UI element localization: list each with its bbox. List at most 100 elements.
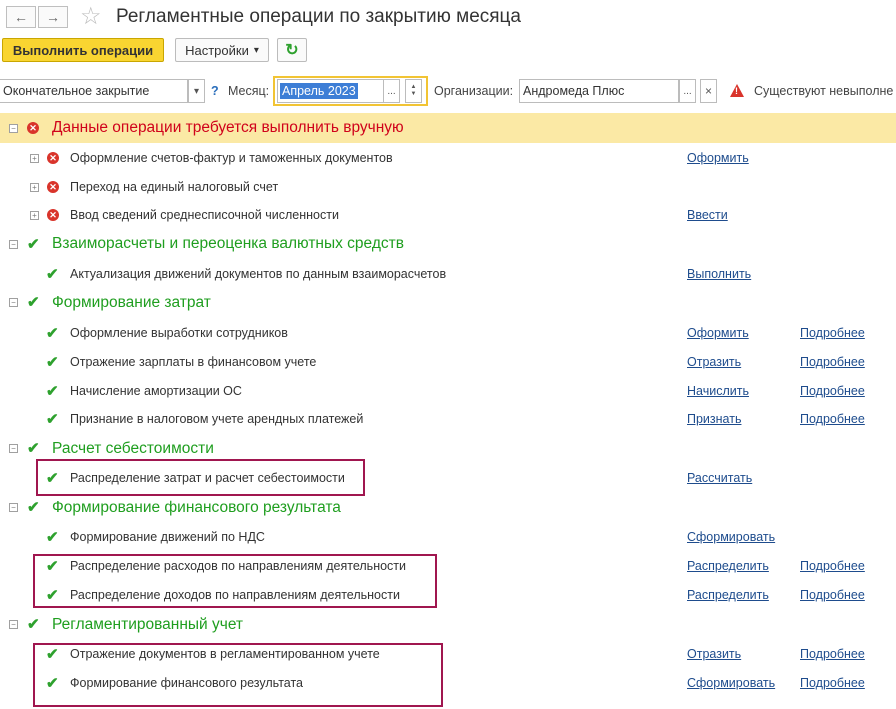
action-link[interactable]: Отразить <box>687 355 741 369</box>
check-icon: ✔ <box>46 383 59 400</box>
chevron-down-icon: ▾ <box>193 85 200 97</box>
check-icon: ✔ <box>46 411 59 428</box>
group-header-costs[interactable]: Формирование затрат <box>52 294 211 312</box>
collapse-toggle-icon[interactable]: − <box>9 620 18 629</box>
forward-button[interactable]: → <box>38 6 68 28</box>
action-link[interactable]: Ввести <box>687 208 728 222</box>
close-icon: × <box>704 84 712 98</box>
operation-label: Начисление амортизации ОС <box>70 384 242 398</box>
operation-label: Формирование движений по НДС <box>70 530 265 544</box>
action-link[interactable]: Распределить <box>687 588 769 602</box>
month-value: Апрель 2023 <box>280 83 358 99</box>
error-icon: ✕ <box>27 122 39 134</box>
operation-label: Оформление счетов-фактур и таможенных до… <box>70 151 393 165</box>
group-header-manual[interactable]: Данные операции требуется выполнить вруч… <box>52 119 404 137</box>
refresh-button[interactable]: ↻ <box>277 38 307 62</box>
check-icon: ✔ <box>46 675 59 692</box>
expand-toggle-icon[interactable]: + <box>30 154 39 163</box>
details-link[interactable]: Подробнее <box>800 647 865 661</box>
organizations-label: Организации: <box>434 84 514 98</box>
action-link[interactable]: Сформировать <box>687 676 775 690</box>
details-link[interactable]: Подробнее <box>800 676 865 690</box>
error-icon: ✕ <box>47 181 59 193</box>
details-link[interactable]: Подробнее <box>800 326 865 340</box>
action-link[interactable]: Оформить <box>687 151 749 165</box>
check-icon: ✔ <box>46 646 59 663</box>
month-stepper[interactable]: ▲ ▼ <box>405 79 422 103</box>
arrow-left-icon: ← <box>14 9 28 25</box>
action-link[interactable]: Признать <box>687 412 741 426</box>
operation-label: Признание в налоговом учете арендных пла… <box>70 412 364 426</box>
details-link[interactable]: Подробнее <box>800 559 865 573</box>
operation-label: Отражение зарплаты в финансовом учете <box>70 355 317 369</box>
collapse-toggle-icon[interactable]: − <box>9 503 18 512</box>
check-icon: ✔ <box>46 529 59 546</box>
expand-toggle-icon[interactable]: + <box>30 211 39 220</box>
warning-text[interactable]: Существуют невыполне <box>754 84 893 98</box>
check-icon: ✔ <box>27 616 40 633</box>
month-input[interactable]: Апрель 2023 <box>277 79 384 103</box>
warning-mark: ! <box>735 86 738 96</box>
help-icon[interactable]: ? <box>211 84 219 98</box>
arrow-right-icon: → <box>46 9 60 25</box>
star-icon[interactable]: ☆ <box>80 2 102 31</box>
details-link[interactable]: Подробнее <box>800 355 865 369</box>
group-header-regulated[interactable]: Регламентированный учет <box>52 616 243 634</box>
back-button[interactable]: ← <box>6 6 36 28</box>
settings-label: Настройки <box>185 42 249 58</box>
error-icon: ✕ <box>47 152 59 164</box>
ellipsis-icon: ... <box>387 85 396 97</box>
run-operations-button[interactable]: Выполнить операции <box>2 38 164 62</box>
check-icon: ✔ <box>46 558 59 575</box>
collapse-toggle-icon[interactable]: − <box>9 444 18 453</box>
action-link[interactable]: Отразить <box>687 647 741 661</box>
action-link[interactable]: Начислить <box>687 384 749 398</box>
chevron-down-icon[interactable]: ▼ <box>411 91 417 98</box>
check-icon: ✔ <box>46 587 59 604</box>
check-icon: ✔ <box>27 294 40 311</box>
check-icon: ✔ <box>46 266 59 283</box>
check-icon: ✔ <box>27 236 40 253</box>
operation-label: Формирование финансового результата <box>70 676 304 690</box>
group-header-cost-price[interactable]: Расчет себестоимости <box>52 440 214 458</box>
closing-mode-select[interactable]: Окончательное закрытие <box>0 79 188 103</box>
check-icon: ✔ <box>27 440 40 457</box>
page-title: Регламентные операции по закрытию месяца <box>116 6 521 27</box>
operation-label: Отражение документов в регламентированно… <box>70 647 380 661</box>
check-icon: ✔ <box>46 325 59 342</box>
mode-dropdown-button[interactable]: ▾ <box>188 79 205 103</box>
operation-label: Актуализация движений документов по данн… <box>70 267 447 281</box>
operation-label: Переход на единый налоговый счет <box>70 180 279 194</box>
organization-clear-button[interactable]: × <box>700 79 717 103</box>
operation-label: Распределение доходов по направлениям де… <box>70 588 400 602</box>
refresh-icon: ↻ <box>285 42 299 59</box>
action-link[interactable]: Распределить <box>687 559 769 573</box>
chevron-up-icon[interactable]: ▲ <box>411 84 417 91</box>
operation-label: Ввод сведений среднесписочной численност… <box>70 208 339 222</box>
check-icon: ✔ <box>46 354 59 371</box>
collapse-toggle-icon[interactable]: − <box>9 240 18 249</box>
warning-icon: ! <box>730 84 744 97</box>
action-link[interactable]: Оформить <box>687 326 749 340</box>
action-link[interactable]: Выполнить <box>687 267 751 281</box>
operation-label: Распределение расходов по направлениям д… <box>70 559 407 573</box>
organization-input[interactable]: Андромеда Плюс <box>519 79 679 103</box>
group-header-settlements[interactable]: Взаиморасчеты и переоценка валютных сред… <box>52 235 404 253</box>
details-link[interactable]: Подробнее <box>800 412 865 426</box>
organization-select-button[interactable]: ... <box>679 79 696 103</box>
details-link[interactable]: Подробнее <box>800 588 865 602</box>
group-header-financial-result[interactable]: Формирование финансового результата <box>52 499 341 517</box>
month-label: Месяц: <box>228 84 270 98</box>
ellipsis-icon: ... <box>683 85 692 97</box>
settings-button[interactable]: Настройки ▾ <box>175 38 269 62</box>
collapse-toggle-icon[interactable]: − <box>9 124 18 133</box>
check-icon: ✔ <box>46 470 59 487</box>
expand-toggle-icon[interactable]: + <box>30 183 39 192</box>
check-icon: ✔ <box>27 499 40 516</box>
action-link[interactable]: Сформировать <box>687 530 775 544</box>
month-select-button[interactable]: ... <box>383 79 400 103</box>
details-link[interactable]: Подробнее <box>800 384 865 398</box>
chevron-down-icon: ▾ <box>253 44 259 56</box>
action-link[interactable]: Рассчитать <box>687 471 752 485</box>
collapse-toggle-icon[interactable]: − <box>9 298 18 307</box>
